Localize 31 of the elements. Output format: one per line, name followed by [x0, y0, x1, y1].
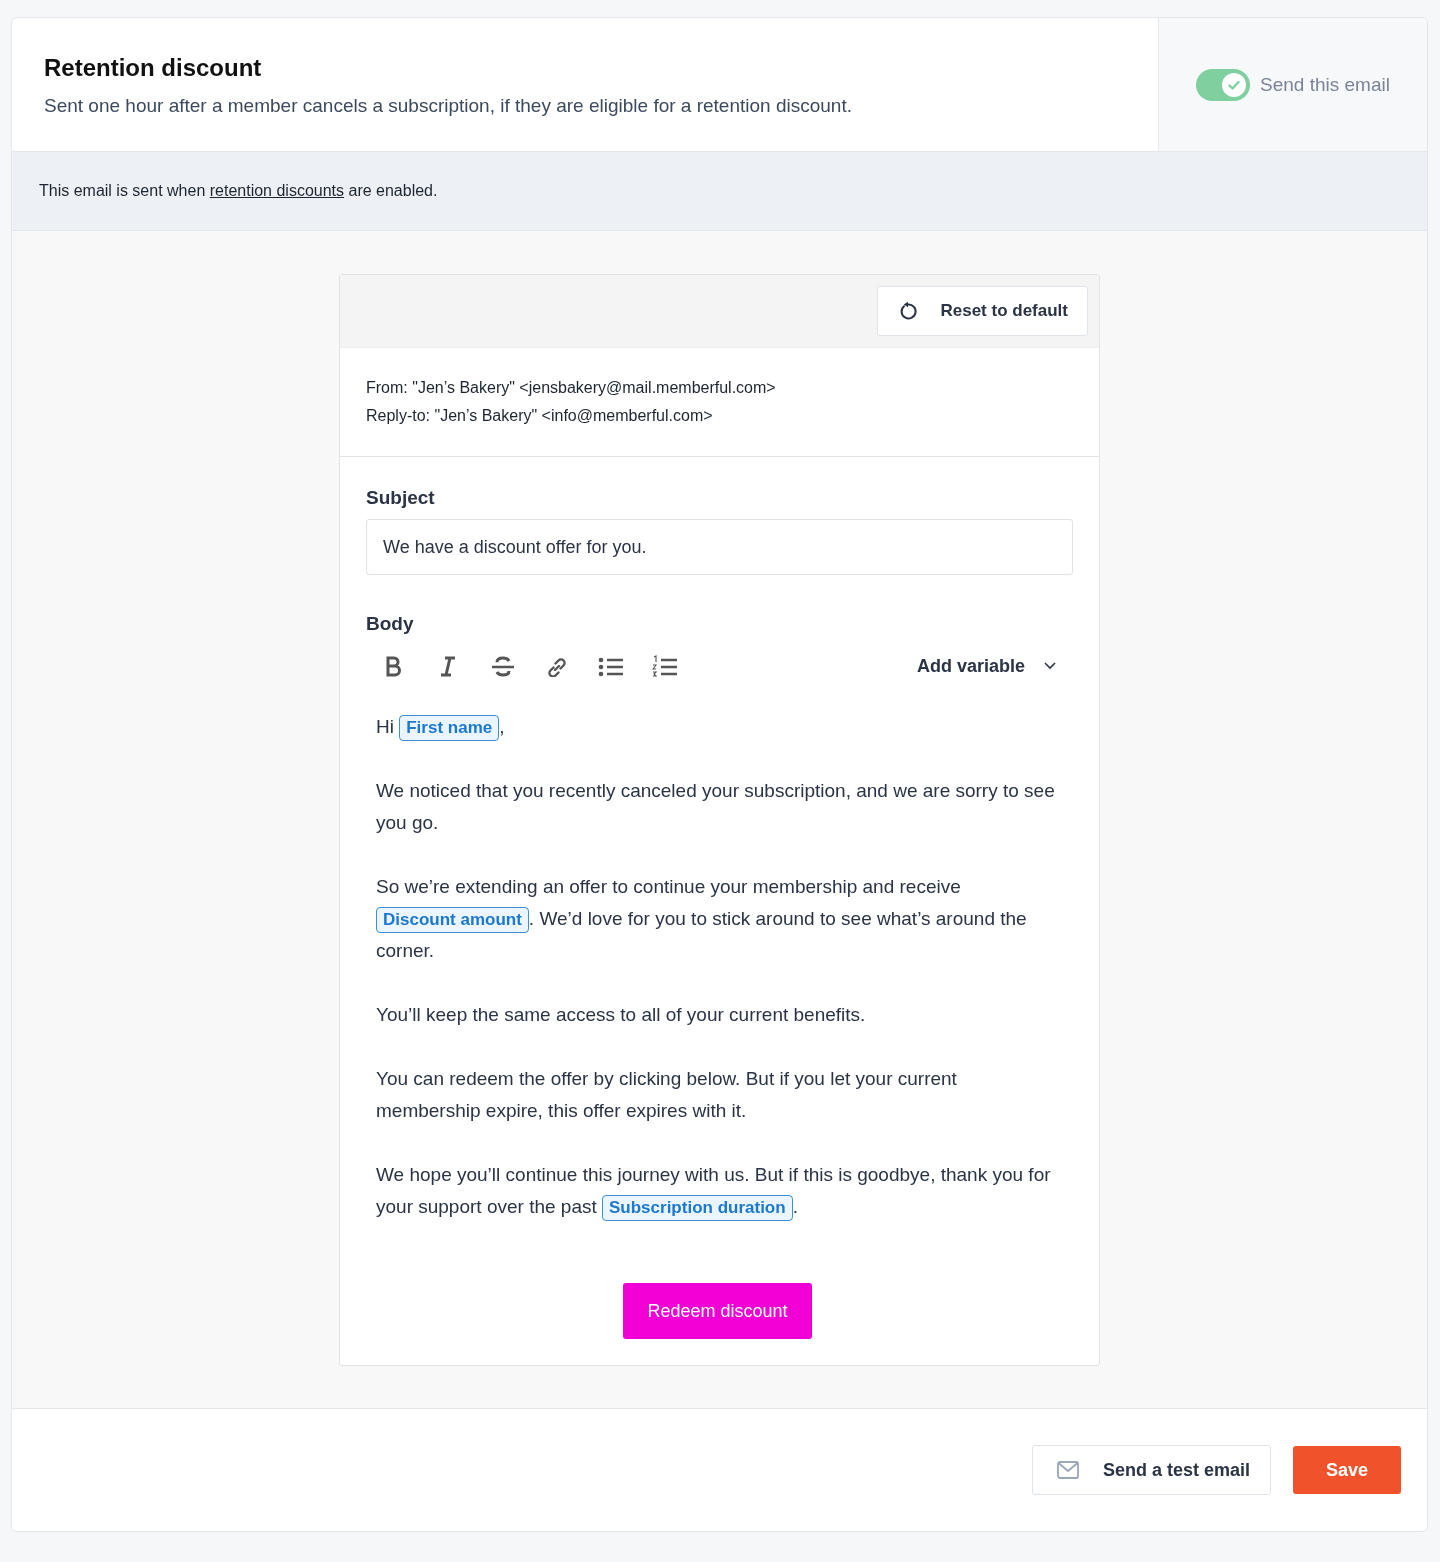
body-label: Body — [366, 613, 415, 635]
retention-link[interactable]: retention discounts — [209, 182, 345, 199]
toggle-switch[interactable] — [1196, 68, 1251, 101]
from-address: From: "Jen’s Bakery" <jensbakery@mail.memberful.com> — [366, 378, 777, 398]
notice-text: This email is sent when retention discounts are enabled. — [39, 182, 439, 200]
body-paragraph: We hope you’ll continue this journey with us. But if this is goodbye, thank you for your support over the past Subscription duration . — [376, 1159, 1059, 1223]
reset-icon — [898, 301, 919, 321]
body-paragraph: You can redeem the offer by clicking below. But if you let your current membership expire, this offer expires with it. — [376, 1067, 958, 1123]
body-paragraph: Hi First name , — [376, 711, 1059, 743]
page-description: Sent one hour after a member cancels a subscription, if they are eligible for a retention discount. — [44, 95, 853, 117]
reply-to-address: Reply-to: "Jen’s Bakery" <info@memberful.com> — [366, 406, 714, 426]
variable-tag[interactable]: First name — [399, 715, 500, 741]
redeem-button[interactable]: Redeem discount — [623, 1283, 812, 1339]
variable-tag[interactable]: Subscription duration — [602, 1195, 793, 1221]
body-paragraph: You’ll keep the same access to all of your current benefits. — [376, 1003, 867, 1027]
variable-tag[interactable]: Discount amount — [376, 907, 529, 933]
subject-label: Subject — [366, 487, 436, 509]
body-paragraph: We noticed that you recently canceled your subscription, and we are sorry to see you go. — [376, 779, 1056, 835]
send-test-button[interactable]: Send a test email — [1031, 1445, 1271, 1495]
save-button[interactable]: Save — [1292, 1446, 1401, 1494]
bulleted-list-icon — [598, 655, 624, 677]
strikethrough-icon — [490, 655, 516, 677]
toggle-label: Send this email — [1260, 73, 1390, 96]
body-paragraph: So we’re extending an offer to continue your membership and receive Discount amount . We’d love for you to stick around to see what’s around the corner. — [376, 875, 1028, 963]
subject-field[interactable]: We have a discount offer for you. — [366, 519, 1073, 575]
numbered-list-icon — [652, 655, 678, 677]
envelope-icon — [1056, 1461, 1079, 1479]
reset-button[interactable]: Reset to default — [877, 286, 1088, 336]
add-variable-dropdown[interactable]: Add variable — [916, 649, 1057, 683]
page-title: Retention discount — [44, 54, 263, 82]
chevron-down-icon — [1043, 661, 1057, 671]
